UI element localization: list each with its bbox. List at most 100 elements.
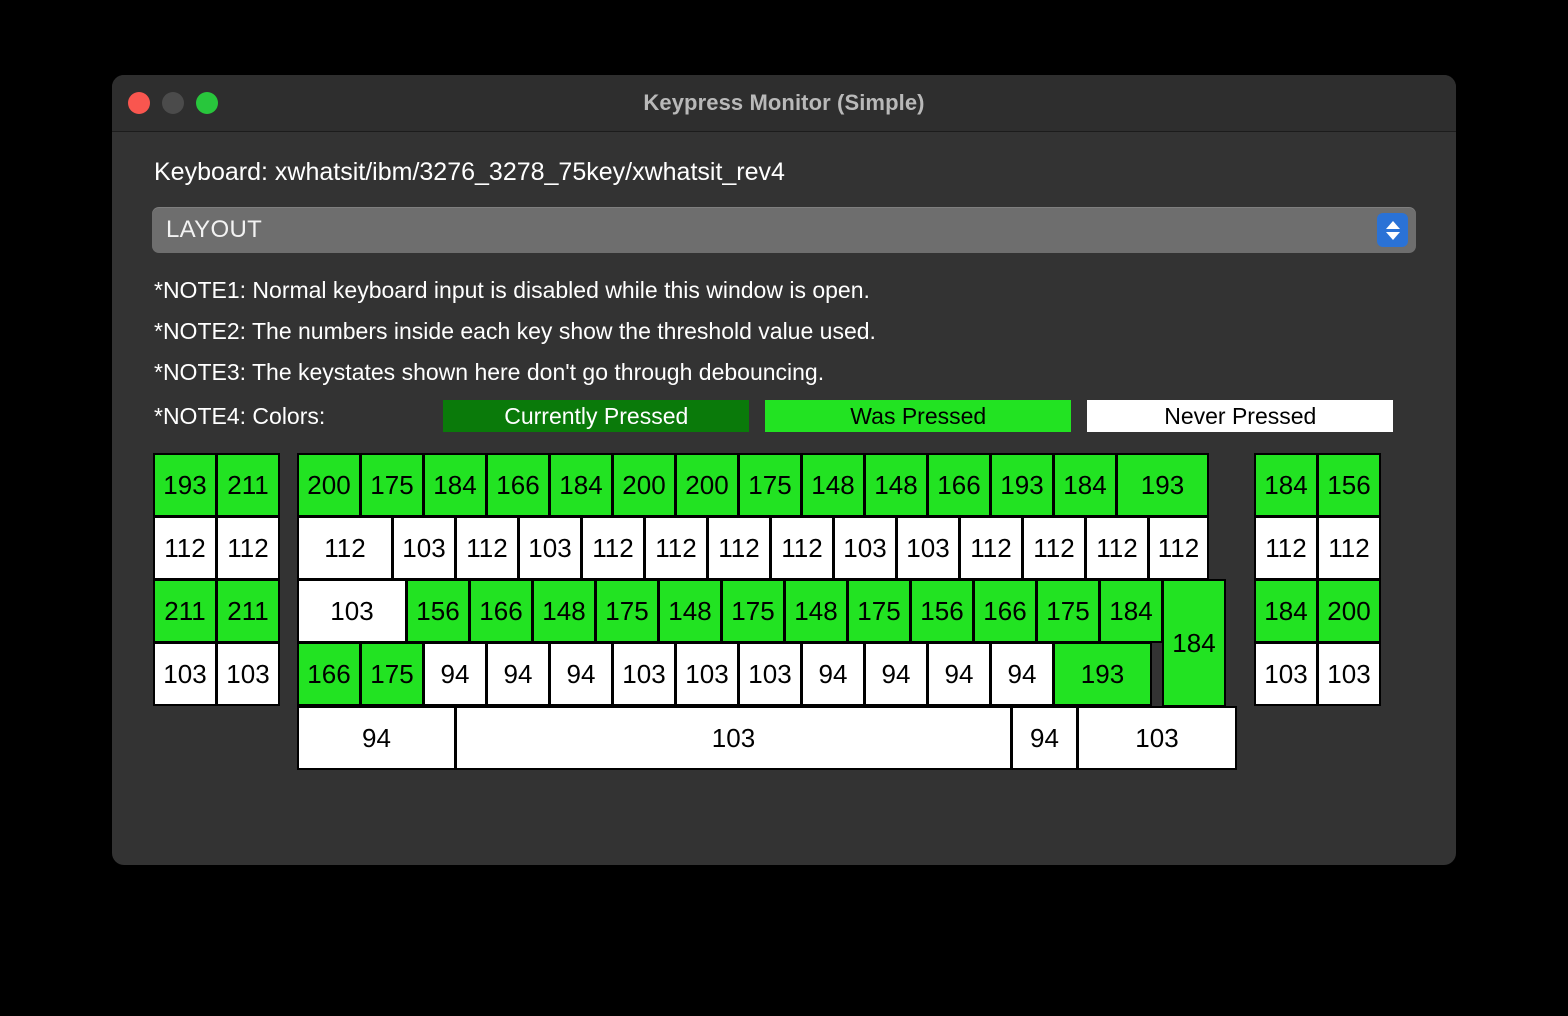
keyboard-key[interactable]: 148: [658, 579, 722, 643]
keyboard-row: 94 103 94 103: [297, 706, 1237, 770]
chevron-updown-icon[interactable]: [1377, 213, 1408, 247]
keyboard-key[interactable]: 112: [216, 516, 280, 580]
key-threshold-value: 103: [1135, 722, 1179, 753]
keyboard-key[interactable]: 156: [1317, 453, 1381, 517]
keyboard-key[interactable]: 184: [1254, 579, 1318, 643]
keyboard-key[interactable]: 94: [486, 642, 550, 706]
keyboard-key[interactable]: 175: [847, 579, 911, 643]
keyboard-key[interactable]: 103: [216, 642, 280, 706]
keyboard-key[interactable]: 103: [392, 516, 456, 580]
keyboard-row: 184 156: [1254, 453, 1381, 517]
keyboard-key[interactable]: 112: [770, 516, 834, 580]
keyboard-key[interactable]: 200: [1317, 579, 1381, 643]
keyboard-key[interactable]: 94: [297, 706, 456, 770]
legend-currently-pressed: Currently Pressed: [443, 400, 750, 432]
keyboard-key[interactable]: 184: [1162, 579, 1226, 707]
keyboard-key[interactable]: 103: [896, 516, 960, 580]
keyboard-key[interactable]: 156: [910, 579, 974, 643]
keyboard-key[interactable]: 166: [469, 579, 533, 643]
keyboard-key[interactable]: 166: [973, 579, 1037, 643]
key-threshold-value: 184: [1172, 627, 1216, 658]
keyboard-key[interactable]: 103: [1254, 642, 1318, 706]
keyboard-key[interactable]: 94: [423, 642, 487, 706]
keyboard-key[interactable]: 94: [990, 642, 1054, 706]
keyboard-key[interactable]: 103: [153, 642, 217, 706]
key-threshold-value: 148: [794, 595, 838, 626]
key-threshold-value: 94: [566, 658, 596, 689]
keyboard-key[interactable]: 184: [1099, 579, 1163, 643]
keyboard-key[interactable]: 166: [486, 453, 550, 517]
key-threshold-value: 112: [1033, 532, 1075, 563]
keyboard-key[interactable]: 148: [532, 579, 596, 643]
keyboard-key[interactable]: 175: [360, 642, 424, 706]
keyboard-key[interactable]: 94: [927, 642, 991, 706]
keyboard-key[interactable]: 166: [297, 642, 361, 706]
keyboard-key[interactable]: 103: [1317, 642, 1381, 706]
keyboard-key[interactable]: 112: [455, 516, 519, 580]
keyboard-key[interactable]: 103: [738, 642, 802, 706]
keyboard-key[interactable]: 112: [1148, 516, 1209, 580]
keyboard-key[interactable]: 193: [1116, 453, 1209, 517]
key-threshold-value: 166: [479, 595, 523, 626]
note-1: *NOTE1: Normal keyboard input is disable…: [154, 277, 870, 303]
keyboard-key[interactable]: 112: [959, 516, 1023, 580]
key-threshold-value: 184: [1264, 469, 1308, 500]
maximize-window-button[interactable]: [196, 92, 218, 114]
keyboard-key[interactable]: 175: [721, 579, 785, 643]
keyboard-key[interactable]: 103: [518, 516, 582, 580]
keyboard-key[interactable]: 184: [1053, 453, 1117, 517]
keyboard-key[interactable]: 103: [612, 642, 676, 706]
keyboard-key[interactable]: 103: [1077, 706, 1237, 770]
minimize-window-button[interactable]: [162, 92, 184, 114]
keyboard-key[interactable]: 211: [216, 579, 280, 643]
key-threshold-value: 103: [906, 532, 950, 563]
keyboard-key[interactable]: 148: [864, 453, 928, 517]
keyboard-key[interactable]: 175: [738, 453, 802, 517]
keyboard-key[interactable]: 94: [549, 642, 613, 706]
keyboard-key[interactable]: 166: [927, 453, 991, 517]
keyboard-key[interactable]: 112: [1085, 516, 1149, 580]
keyboard-key[interactable]: 148: [801, 453, 865, 517]
keyboard-key[interactable]: 211: [153, 579, 217, 643]
keyboard-key[interactable]: 200: [675, 453, 739, 517]
key-threshold-value: 94: [440, 658, 470, 689]
app-window: Keypress Monitor (Simple) Keyboard: xwha…: [112, 75, 1456, 865]
keyboard-key[interactable]: 94: [1011, 706, 1078, 770]
keyboard-key[interactable]: 112: [1022, 516, 1086, 580]
keyboard-key[interactable]: 184: [1254, 453, 1318, 517]
keyboard-key[interactable]: 112: [1317, 516, 1381, 580]
keyboard-key[interactable]: 103: [297, 579, 407, 643]
keyboard-key[interactable]: 193: [153, 453, 217, 517]
keyboard-key[interactable]: 112: [707, 516, 771, 580]
key-threshold-value: 193: [1000, 469, 1044, 500]
keyboard-key[interactable]: 112: [644, 516, 708, 580]
keyboard-key[interactable]: 112: [153, 516, 217, 580]
keyboard-key[interactable]: 103: [675, 642, 739, 706]
keyboard-rowgroup-left: 103 156 166 148 175 148 175 148 175 156 166 175 184 1…: [297, 579, 1163, 706]
keyboard-key[interactable]: 112: [1254, 516, 1318, 580]
keyboard-key[interactable]: 103: [833, 516, 897, 580]
keyboard-key[interactable]: 94: [801, 642, 865, 706]
keyboard-key[interactable]: 193: [1053, 642, 1152, 706]
keyboard-key[interactable]: 193: [990, 453, 1054, 517]
layout-select[interactable]: LAYOUT: [152, 207, 1416, 253]
keyboard-key[interactable]: 148: [784, 579, 848, 643]
key-threshold-value: 112: [718, 532, 760, 563]
keyboard-key[interactable]: 184: [423, 453, 487, 517]
keyboard-key[interactable]: 103: [455, 706, 1012, 770]
keyboard-key[interactable]: 156: [406, 579, 470, 643]
key-threshold-value: 103: [685, 658, 729, 689]
keyboard-key[interactable]: 175: [360, 453, 424, 517]
keyboard-key[interactable]: 211: [216, 453, 280, 517]
key-threshold-value: 166: [983, 595, 1027, 626]
keyboard-key[interactable]: 184: [549, 453, 613, 517]
keyboard-key[interactable]: 200: [612, 453, 676, 517]
keyboard-key[interactable]: 94: [864, 642, 928, 706]
keyboard-key[interactable]: 112: [581, 516, 645, 580]
keyboard-key[interactable]: 200: [297, 453, 361, 517]
legend-never-pressed: Never Pressed: [1087, 400, 1394, 432]
keyboard-key[interactable]: 175: [1036, 579, 1100, 643]
close-window-button[interactable]: [128, 92, 150, 114]
keyboard-key[interactable]: 175: [595, 579, 659, 643]
keyboard-key[interactable]: 112: [297, 516, 393, 580]
